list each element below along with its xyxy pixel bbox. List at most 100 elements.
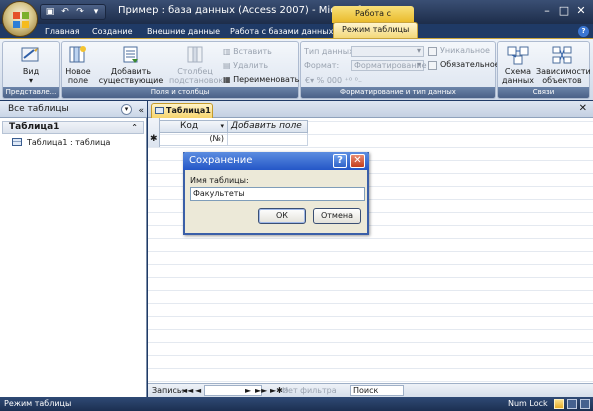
tab-database-tools[interactable]: Работа с базами данных bbox=[230, 25, 333, 39]
cancel-button[interactable]: Отмена bbox=[313, 208, 361, 224]
view-button-label: Вид bbox=[22, 67, 40, 76]
view-button[interactable]: Вид ▾ bbox=[11, 45, 51, 85]
collapse-group-icon[interactable]: ⌃ bbox=[131, 122, 138, 133]
document-tab-table1[interactable]: Таблица1 bbox=[151, 103, 213, 118]
maximize-button[interactable]: □ bbox=[556, 3, 572, 19]
tab-external-data[interactable]: Внешние данные bbox=[147, 25, 220, 39]
lookup-column-icon bbox=[187, 46, 203, 63]
insert-column-icon: ▥ bbox=[223, 47, 231, 56]
last-record-icon[interactable]: ►► bbox=[255, 384, 267, 397]
nav-item-label: Таблица1 : таблица bbox=[27, 138, 111, 147]
undo-icon[interactable]: ↶ bbox=[59, 7, 71, 18]
pivot-view-icon[interactable] bbox=[567, 399, 577, 409]
relationships-icon bbox=[507, 46, 529, 65]
dialog-close-icon[interactable]: ✕ bbox=[350, 154, 365, 168]
unique-label: Уникальное bbox=[440, 46, 490, 55]
column-header-id[interactable]: Код ▾ bbox=[160, 120, 228, 133]
group-fields-columns: Новое поле Добавить существующие поля Ст… bbox=[61, 41, 299, 99]
search-input[interactable]: Поиск bbox=[350, 385, 404, 396]
navigation-pane: Все таблицы ▾ « Таблица1 ⌃ Таблица1 : та… bbox=[0, 101, 147, 397]
column-header-add-field[interactable]: Добавить поле bbox=[228, 120, 308, 133]
close-document-icon[interactable]: ✕ bbox=[579, 103, 587, 114]
view-icon bbox=[21, 47, 39, 62]
new-record-icon[interactable]: ►✱ bbox=[270, 384, 283, 397]
document-tab-bar: Таблица1 ✕ bbox=[148, 101, 593, 118]
office-button[interactable] bbox=[2, 1, 38, 37]
dialog-help-icon[interactable]: ? bbox=[333, 154, 347, 168]
close-window-button[interactable]: ✕ bbox=[573, 3, 589, 19]
data-type-select[interactable] bbox=[351, 46, 424, 57]
number-format-buttons[interactable]: €▾ % 000 ⁺⁰ ⁰₋ bbox=[305, 75, 362, 86]
new-record-add-field-cell[interactable] bbox=[228, 133, 308, 146]
column-sort-dropdown-icon[interactable]: ▾ bbox=[220, 121, 224, 132]
format-label: Формат: bbox=[304, 61, 340, 70]
currency-format-icon[interactable]: €▾ bbox=[305, 76, 314, 85]
object-dependencies-button[interactable]: Зависимости объектов bbox=[536, 45, 591, 85]
context-tab-header: Работа с таблицами bbox=[332, 6, 414, 33]
column-header-id-label: Код bbox=[180, 121, 199, 131]
title-bar: ▣ ↶ ↷ ▾ Пример : база данных (Access 200… bbox=[0, 0, 593, 33]
quick-access-toolbar: ▣ ↶ ↷ ▾ bbox=[40, 4, 106, 20]
table-name-input[interactable]: Факультеты bbox=[190, 187, 365, 201]
percent-format-icon[interactable]: % bbox=[317, 76, 325, 85]
datasheet-view-icon[interactable] bbox=[554, 399, 564, 409]
save-dialog-titlebar: Сохранение ? ✕ bbox=[183, 152, 369, 170]
current-record-field[interactable] bbox=[204, 385, 262, 396]
group-relationships-label: Связи bbox=[498, 87, 589, 98]
group-relationships: Схема данных Зависимости объектов Связи bbox=[497, 41, 591, 99]
relationships-label: Схема данных bbox=[502, 67, 534, 85]
nav-group-label: Таблица1 bbox=[9, 122, 60, 132]
rename-column-icon: ▦ bbox=[223, 75, 231, 84]
required-checkbox[interactable] bbox=[428, 61, 437, 70]
status-bar: Режим таблицы Num Lock bbox=[0, 397, 593, 411]
nav-pane-title: Все таблицы bbox=[8, 104, 69, 114]
save-icon[interactable]: ▣ bbox=[44, 7, 56, 18]
thousands-format-icon[interactable]: 000 bbox=[327, 76, 342, 85]
first-record-icon[interactable]: ◄◄ bbox=[181, 384, 193, 397]
tab-create[interactable]: Создание bbox=[92, 25, 133, 39]
save-dialog: Сохранение ? ✕ Имя таблицы: Факультеты О… bbox=[183, 152, 369, 235]
num-lock-indicator: Num Lock bbox=[508, 399, 548, 408]
new-field-button[interactable]: Новое поле bbox=[64, 45, 92, 85]
new-field-label: Новое поле bbox=[65, 67, 91, 85]
group-data-type-formatting-label: Форматирование и тип данных bbox=[301, 87, 495, 98]
table-name-label: Имя таблицы: bbox=[190, 176, 249, 185]
record-navigation-bar: Запись: ◄◄ ◄ ► ►► ►✱ ⊘ Нет фильтра Поиск bbox=[148, 383, 593, 397]
document-tab-label: Таблица1 bbox=[166, 106, 211, 115]
collapse-pane-icon[interactable]: « bbox=[138, 103, 144, 119]
unique-checkbox[interactable] bbox=[428, 47, 437, 56]
next-record-icon[interactable]: ► bbox=[245, 384, 251, 397]
nav-item-table1[interactable]: Таблица1 : таблица bbox=[12, 137, 110, 148]
new-record-id-cell[interactable]: (№) bbox=[160, 133, 228, 146]
tab-home[interactable]: Главная bbox=[45, 25, 80, 39]
save-dialog-title: Сохранение bbox=[189, 155, 253, 166]
ok-button[interactable]: ОК bbox=[258, 208, 306, 224]
status-mode-text: Режим таблицы bbox=[4, 399, 72, 408]
insert-button[interactable]: ▥ Вставить bbox=[223, 46, 272, 57]
customize-qat-icon[interactable]: ▾ bbox=[90, 7, 102, 18]
delete-button[interactable]: ▤ Удалить bbox=[223, 60, 268, 71]
tab-datasheet[interactable]: Режим таблицы bbox=[333, 22, 419, 38]
design-view-icon[interactable] bbox=[580, 399, 590, 409]
lookup-column-button[interactable]: Столбец подстановок bbox=[169, 45, 224, 85]
nav-menu-dropdown-icon[interactable]: ▾ bbox=[121, 104, 132, 115]
insert-label: Вставить bbox=[233, 47, 272, 56]
lookup-column-label: Столбец подстановок bbox=[169, 67, 224, 85]
nav-group-table1[interactable]: Таблица1 ⌃ bbox=[2, 121, 144, 134]
required-label: Обязательное bbox=[440, 60, 500, 69]
data-type-label: Тип данных: bbox=[304, 47, 357, 56]
object-dependencies-label: Зависимости объектов bbox=[536, 67, 591, 85]
ribbon: Вид ▾ Представле... Новое поле Добавить с… bbox=[0, 38, 593, 100]
decrease-decimals-icon[interactable]: ⁰₋ bbox=[355, 76, 362, 85]
document-area: Таблица1 ✕ Код ▾ Добавить поле ✱ (№) Зап… bbox=[148, 101, 593, 397]
minimize-button[interactable]: – bbox=[539, 3, 555, 19]
previous-record-icon[interactable]: ◄ bbox=[195, 384, 201, 397]
rename-label: Переименовать bbox=[233, 75, 300, 84]
format-select[interactable]: Форматирование bbox=[351, 60, 427, 71]
redo-icon[interactable]: ↷ bbox=[74, 7, 86, 18]
nav-pane-header[interactable]: Все таблицы ▾ « bbox=[0, 101, 147, 118]
relationships-button[interactable]: Схема данных bbox=[501, 45, 535, 85]
help-icon[interactable]: ? bbox=[578, 26, 589, 37]
rename-button[interactable]: ▦ Переименовать bbox=[223, 74, 299, 85]
increase-decimals-icon[interactable]: ⁺⁰ bbox=[345, 76, 352, 85]
